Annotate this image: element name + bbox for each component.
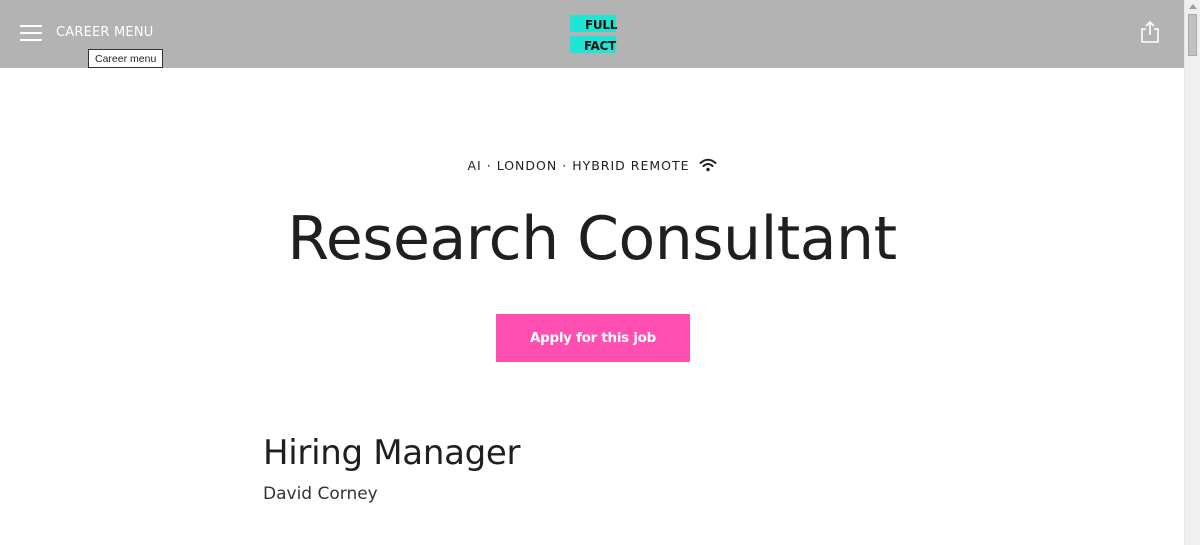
meta-separator: · xyxy=(486,158,492,173)
logo-text-line1: FULL xyxy=(585,18,618,32)
hamburger-menu-icon[interactable] xyxy=(20,22,42,42)
job-meta: AI · LONDON · HYBRID REMOTE xyxy=(0,158,1184,175)
top-bar: CAREER MENU FULL FACT xyxy=(0,0,1184,68)
meta-separator: · xyxy=(562,158,568,173)
job-location: LONDON xyxy=(496,158,558,173)
scroll-thumb[interactable] xyxy=(1188,14,1197,56)
scroll-up-arrow-icon[interactable] xyxy=(1189,4,1197,9)
career-menu-link[interactable]: CAREER MENU xyxy=(56,25,153,40)
vertical-scrollbar[interactable] xyxy=(1184,0,1200,545)
hiring-manager-heading: Hiring Manager xyxy=(263,433,521,473)
career-menu-tooltip: Career menu xyxy=(88,49,164,68)
hiring-manager-name: David Corney xyxy=(263,484,378,504)
logo-text-line2: FACT xyxy=(584,39,616,53)
full-fact-logo[interactable]: FULL FACT xyxy=(570,15,618,53)
job-team: AI xyxy=(467,158,482,173)
menu-line xyxy=(20,39,42,41)
menu-line xyxy=(20,25,42,27)
share-icon[interactable] xyxy=(1139,20,1161,44)
apply-button[interactable]: Apply for this job xyxy=(496,314,690,362)
menu-line xyxy=(20,32,42,34)
job-work-type: HYBRID REMOTE xyxy=(572,158,690,173)
wifi-icon xyxy=(699,158,717,175)
job-title: Research Consultant xyxy=(287,204,897,274)
